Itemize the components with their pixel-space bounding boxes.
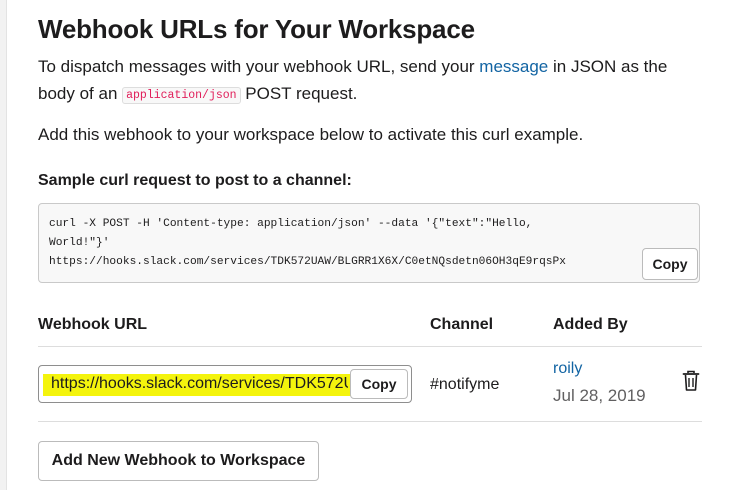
column-header-added-by: Added By — [553, 316, 628, 333]
intro-text-end: POST request. — [240, 84, 358, 103]
intro-text-start: To dispatch messages with your webhook U… — [38, 57, 480, 76]
trash-icon[interactable] — [681, 370, 701, 392]
copy-curl-button[interactable]: Copy — [642, 248, 698, 280]
webhook-url-field[interactable]: https://hooks.slack.com/services/TDK572U… — [38, 365, 412, 403]
sample-curl-label: Sample curl request to post to a channel… — [38, 172, 352, 189]
page-title: Webhook URLs for Your Workspace — [38, 14, 475, 44]
table-row-divider — [38, 421, 702, 422]
column-header-webhook-url: Webhook URL — [38, 316, 148, 333]
added-by-user-link[interactable]: roily — [553, 360, 582, 378]
curl-code-block: curl -X POST -H 'Content-type: applicati… — [38, 203, 700, 283]
curl-code-text: curl -X POST -H 'Content-type: applicati… — [49, 218, 566, 268]
added-date: Jul 28, 2019 — [553, 386, 646, 405]
webhook-url-text[interactable]: https://hooks.slack.com/services/TDK572U… — [51, 366, 348, 402]
channel-name: #notifyme — [430, 376, 500, 393]
column-header-channel: Channel — [430, 316, 494, 333]
left-panel-edge — [0, 0, 7, 490]
copy-webhook-url-button[interactable]: Copy — [350, 369, 408, 399]
activate-note: Add this webhook to your workspace below… — [38, 125, 584, 144]
inline-code-content-type: application/json — [122, 87, 241, 104]
table-header-divider — [38, 346, 702, 347]
add-new-webhook-button[interactable]: Add New Webhook to Workspace — [38, 441, 319, 481]
message-link[interactable]: message — [479, 57, 548, 76]
intro-paragraph: To dispatch messages with your webhook U… — [38, 53, 698, 109]
